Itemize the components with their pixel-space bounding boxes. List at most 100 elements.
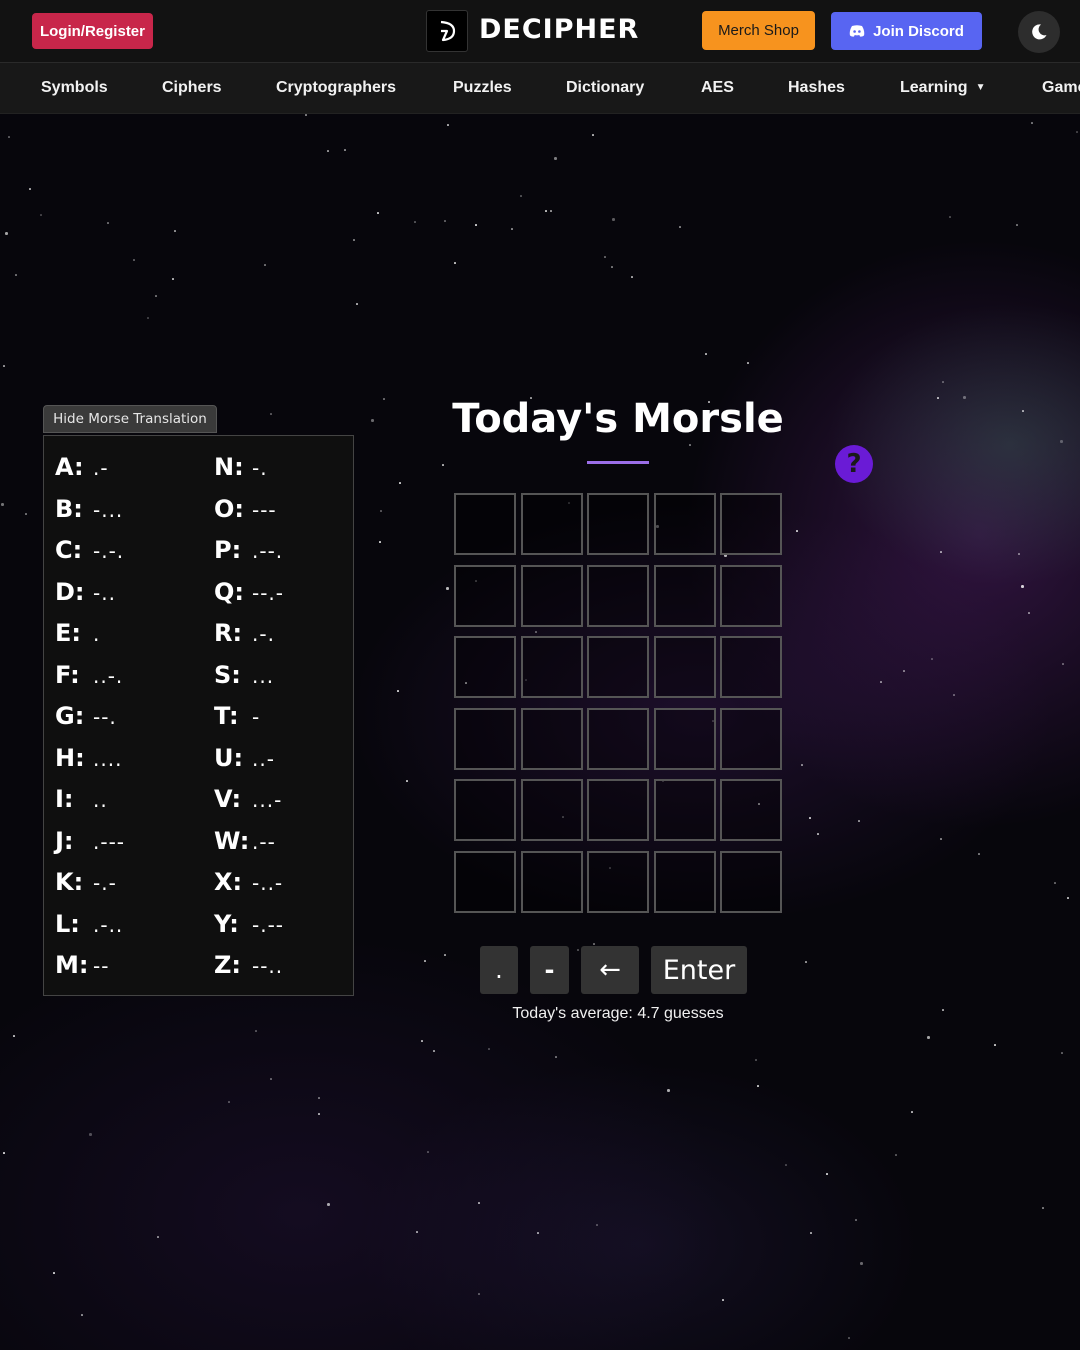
morse-row: M: -- <box>55 951 125 993</box>
star <box>228 1101 230 1103</box>
guess-tile <box>520 493 583 555</box>
help-icon[interactable]: ? <box>835 445 873 483</box>
guess-tile <box>720 850 782 913</box>
star <box>318 1097 320 1099</box>
star <box>353 239 355 241</box>
star <box>157 1236 159 1238</box>
morse-letter: P: <box>214 536 242 564</box>
star <box>383 398 385 400</box>
enter-key[interactable]: Enter <box>651 946 747 994</box>
star <box>25 513 27 515</box>
star <box>155 295 157 297</box>
site-logo-text[interactable]: DECIPHER <box>479 14 639 45</box>
moon-icon <box>1032 24 1047 40</box>
star <box>3 365 5 367</box>
star <box>953 694 955 696</box>
nav-learning[interactable]: Learning ▼ <box>900 79 985 97</box>
backspace-key[interactable]: ← <box>581 946 639 994</box>
star <box>550 210 552 212</box>
star <box>604 256 606 258</box>
morse-code: .. <box>93 788 108 812</box>
nav-symbols[interactable]: Symbols <box>41 79 108 97</box>
star <box>805 961 807 963</box>
star <box>810 1232 812 1234</box>
star <box>911 1111 913 1113</box>
star <box>356 303 358 305</box>
nav-puzzles[interactable]: Puzzles <box>453 79 512 97</box>
morse-code: .- <box>93 456 109 480</box>
star <box>379 541 381 543</box>
star <box>978 853 980 855</box>
morse-row: B: -... <box>55 495 125 537</box>
guess-tile <box>653 493 716 555</box>
morse-letter: G: <box>55 702 85 730</box>
morse-letter: K: <box>55 868 84 896</box>
logo-icon[interactable] <box>426 10 468 52</box>
dark-mode-toggle[interactable] <box>1018 11 1060 53</box>
morse-code: -.-. <box>93 539 125 563</box>
morse-row: Y: -.-- <box>214 910 284 952</box>
guess-tile <box>720 493 782 555</box>
star <box>1067 897 1069 899</box>
nav-cryptographers[interactable]: Cryptographers <box>276 79 396 97</box>
star <box>406 780 408 782</box>
morse-letter: L: <box>55 909 80 938</box>
guess-tile <box>587 707 649 770</box>
star <box>327 150 329 152</box>
star <box>380 510 382 512</box>
guess-board <box>454 493 782 913</box>
star <box>940 838 942 840</box>
star <box>81 1314 83 1316</box>
star <box>172 278 174 280</box>
morse-row: G: --. <box>55 702 125 744</box>
star <box>305 114 307 116</box>
star <box>1028 612 1030 614</box>
star <box>29 188 31 190</box>
dot-key[interactable]: . <box>480 946 518 994</box>
nav-dictionary[interactable]: Dictionary <box>566 79 644 97</box>
morse-letter: H: <box>55 743 85 772</box>
star <box>13 1035 15 1037</box>
morse-letter: S: <box>214 660 241 689</box>
morse-code: -... <box>93 497 124 522</box>
star <box>940 551 942 553</box>
guess-tile <box>520 779 583 842</box>
morse-row: L: .-.. <box>55 910 125 952</box>
star <box>318 1113 320 1115</box>
star <box>858 820 860 822</box>
dash-key[interactable]: - <box>530 946 569 994</box>
nav-hashes[interactable]: Hashes <box>788 79 845 97</box>
morse-code: .-- <box>252 829 276 854</box>
morse-code: -.. <box>93 580 116 605</box>
morse-translation-panel: A: .- B: -... C: -.-. D: -.. E:. F: ..-. G: --. H:...… <box>43 435 354 996</box>
star <box>755 1059 757 1061</box>
morse-letter: N: <box>214 453 244 481</box>
morse-row: F: ..-. <box>55 661 125 703</box>
star <box>427 1151 429 1153</box>
nav-ciphers[interactable]: Ciphers <box>162 79 222 97</box>
star <box>880 681 882 683</box>
nav-aes[interactable]: AES <box>701 79 734 97</box>
guess-tile <box>720 707 782 770</box>
star <box>147 317 149 319</box>
merch-shop-button[interactable]: Merch Shop <box>702 11 815 50</box>
star <box>5 232 8 235</box>
star <box>1021 585 1024 588</box>
join-discord-button[interactable]: Join Discord <box>831 12 982 50</box>
nav-games[interactable]: Games <box>1042 79 1080 97</box>
guess-tile <box>454 564 516 627</box>
star <box>612 218 615 221</box>
morse-code: --.- <box>252 580 285 605</box>
hide-morse-translation-button[interactable]: Hide Morse Translation <box>43 405 217 433</box>
morse-letter: V: <box>214 785 242 813</box>
star <box>963 396 966 399</box>
morse-letter: A: <box>55 453 84 481</box>
star <box>817 833 819 835</box>
guess-tile <box>587 493 649 555</box>
login-register-button[interactable]: Login/Register <box>32 13 153 49</box>
star <box>577 949 579 951</box>
star <box>1016 224 1018 226</box>
star <box>511 228 513 230</box>
star <box>371 419 374 422</box>
star <box>903 670 905 672</box>
